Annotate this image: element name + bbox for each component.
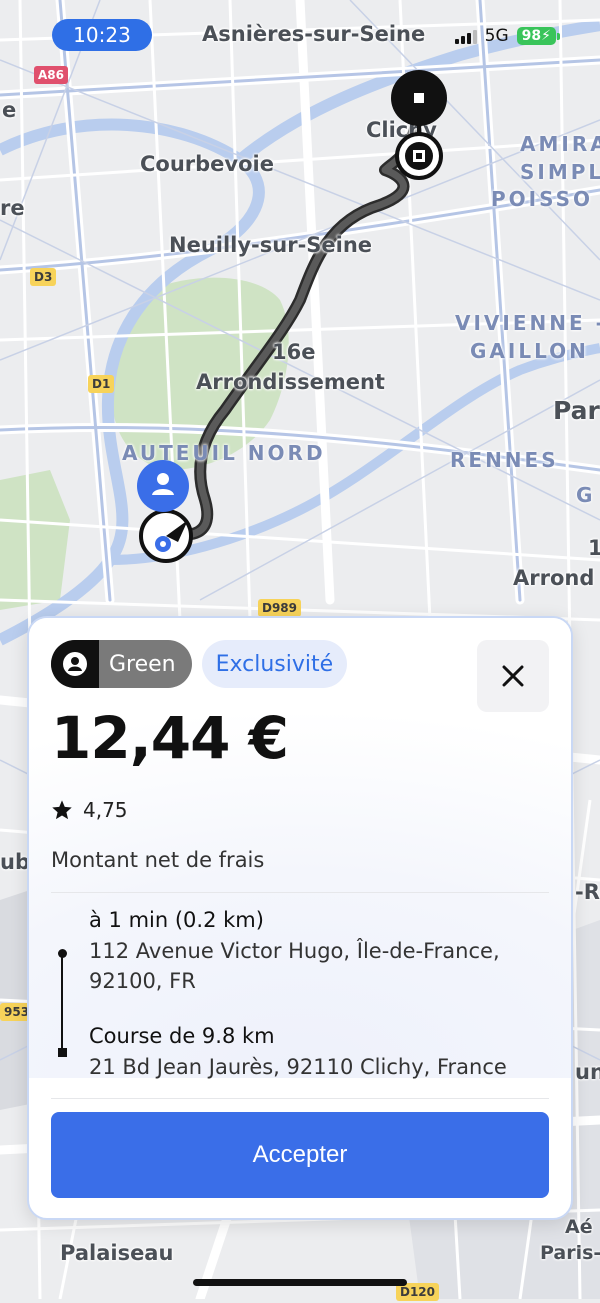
map-district-amira: AMIRA	[520, 132, 600, 156]
trip-request-card: Green Exclusivité 12,44 € 4,75 Montant n…	[27, 616, 573, 1220]
dropoff-square-icon	[58, 1048, 67, 1057]
pickup-stop: à 1 min (0.2 km) 112 Avenue Victor Hugo,…	[89, 908, 549, 996]
pickup-address-line1: 112 Avenue Victor Hugo, Île-de-France,	[89, 939, 500, 963]
map-district-vivienne: VIVIENNE -	[455, 311, 600, 335]
product-tag: Green	[51, 640, 192, 688]
net-fee-note: Montant net de frais	[51, 848, 265, 872]
map-label-ro: -Ro	[575, 880, 600, 904]
charging-glyph: ⚡	[541, 28, 551, 44]
pickup-address: 112 Avenue Victor Hugo, Île-de-France, 9…	[89, 936, 549, 996]
map-label-ub: ub	[0, 850, 30, 874]
pickup-address-line2: 92100, FR	[89, 969, 196, 993]
status-time: 10:23	[52, 19, 152, 51]
map-district-gaillon: GAILLON	[470, 339, 589, 363]
map-label-arrond: Arrond	[513, 566, 595, 590]
route-connector	[61, 953, 63, 1053]
divider	[51, 892, 549, 893]
map-label-asnieres: Asnières-sur-Seine	[202, 22, 426, 46]
close-icon	[502, 665, 524, 687]
map-label-g: G	[576, 483, 596, 507]
map-label-paris: Par	[553, 396, 600, 425]
battery-icon: 98⚡	[516, 27, 561, 45]
dropoff-address: 21 Bd Jean Jaurès, 92110 Clichy, France	[89, 1055, 507, 1079]
map-label-courbevoie: Courbevoie	[140, 152, 274, 176]
map-label-ae: Aé	[565, 1216, 593, 1238]
rating-value: 4,75	[83, 798, 128, 822]
rider-rating: 4,75	[51, 798, 128, 822]
road-shield-d989: D989	[258, 599, 302, 617]
dropoff-pin-icon[interactable]	[388, 70, 450, 182]
map-district-simpl: SIMPL	[520, 160, 600, 184]
network-label: 5G	[484, 26, 509, 46]
road-shield-a86: A86	[34, 66, 68, 84]
dropoff-stop: Course de 9.8 km 21 Bd Jean Jaurès, 9211…	[89, 1024, 549, 1082]
map-label-arrondissement: Arrondissement	[196, 370, 385, 394]
battery-level: 98	[521, 28, 542, 44]
map-label-un: un	[575, 1060, 600, 1084]
map-label-16e: 16e	[272, 340, 316, 364]
pickup-pin-icon[interactable]	[134, 460, 200, 564]
map-label-re: re	[0, 196, 25, 220]
person-icon	[51, 640, 99, 688]
product-tag-label: Green	[109, 651, 176, 677]
map-label-paris-dash: Paris-	[540, 1242, 600, 1264]
map-district-rennes: RENNES	[450, 448, 559, 472]
map-district-poisso: POISSO	[491, 187, 594, 211]
map-label-palaiseau: Palaiseau	[60, 1241, 174, 1265]
divider-bottom	[51, 1098, 549, 1099]
pickup-eta: à 1 min (0.2 km)	[89, 908, 264, 932]
tag-row: Green Exclusivité	[51, 640, 348, 688]
trip-distance: Course de 9.8 km	[89, 1024, 275, 1048]
exclusivity-tag: Exclusivité	[201, 640, 348, 688]
signal-icon	[454, 28, 477, 44]
map-label-e: e	[2, 98, 17, 122]
home-indicator[interactable]	[193, 1279, 407, 1286]
map-label-neuilly: Neuilly-sur-Seine	[169, 233, 373, 257]
star-icon	[52, 800, 72, 820]
close-button[interactable]	[477, 640, 549, 712]
fare-price: 12,44 €	[51, 704, 289, 772]
accept-button[interactable]: Accepter	[51, 1112, 549, 1198]
map-label-1: 1	[588, 536, 600, 560]
road-shield-d3: D3	[30, 268, 57, 286]
status-right: 5G 98⚡	[454, 26, 561, 46]
road-shield-d1: D1	[88, 375, 115, 393]
